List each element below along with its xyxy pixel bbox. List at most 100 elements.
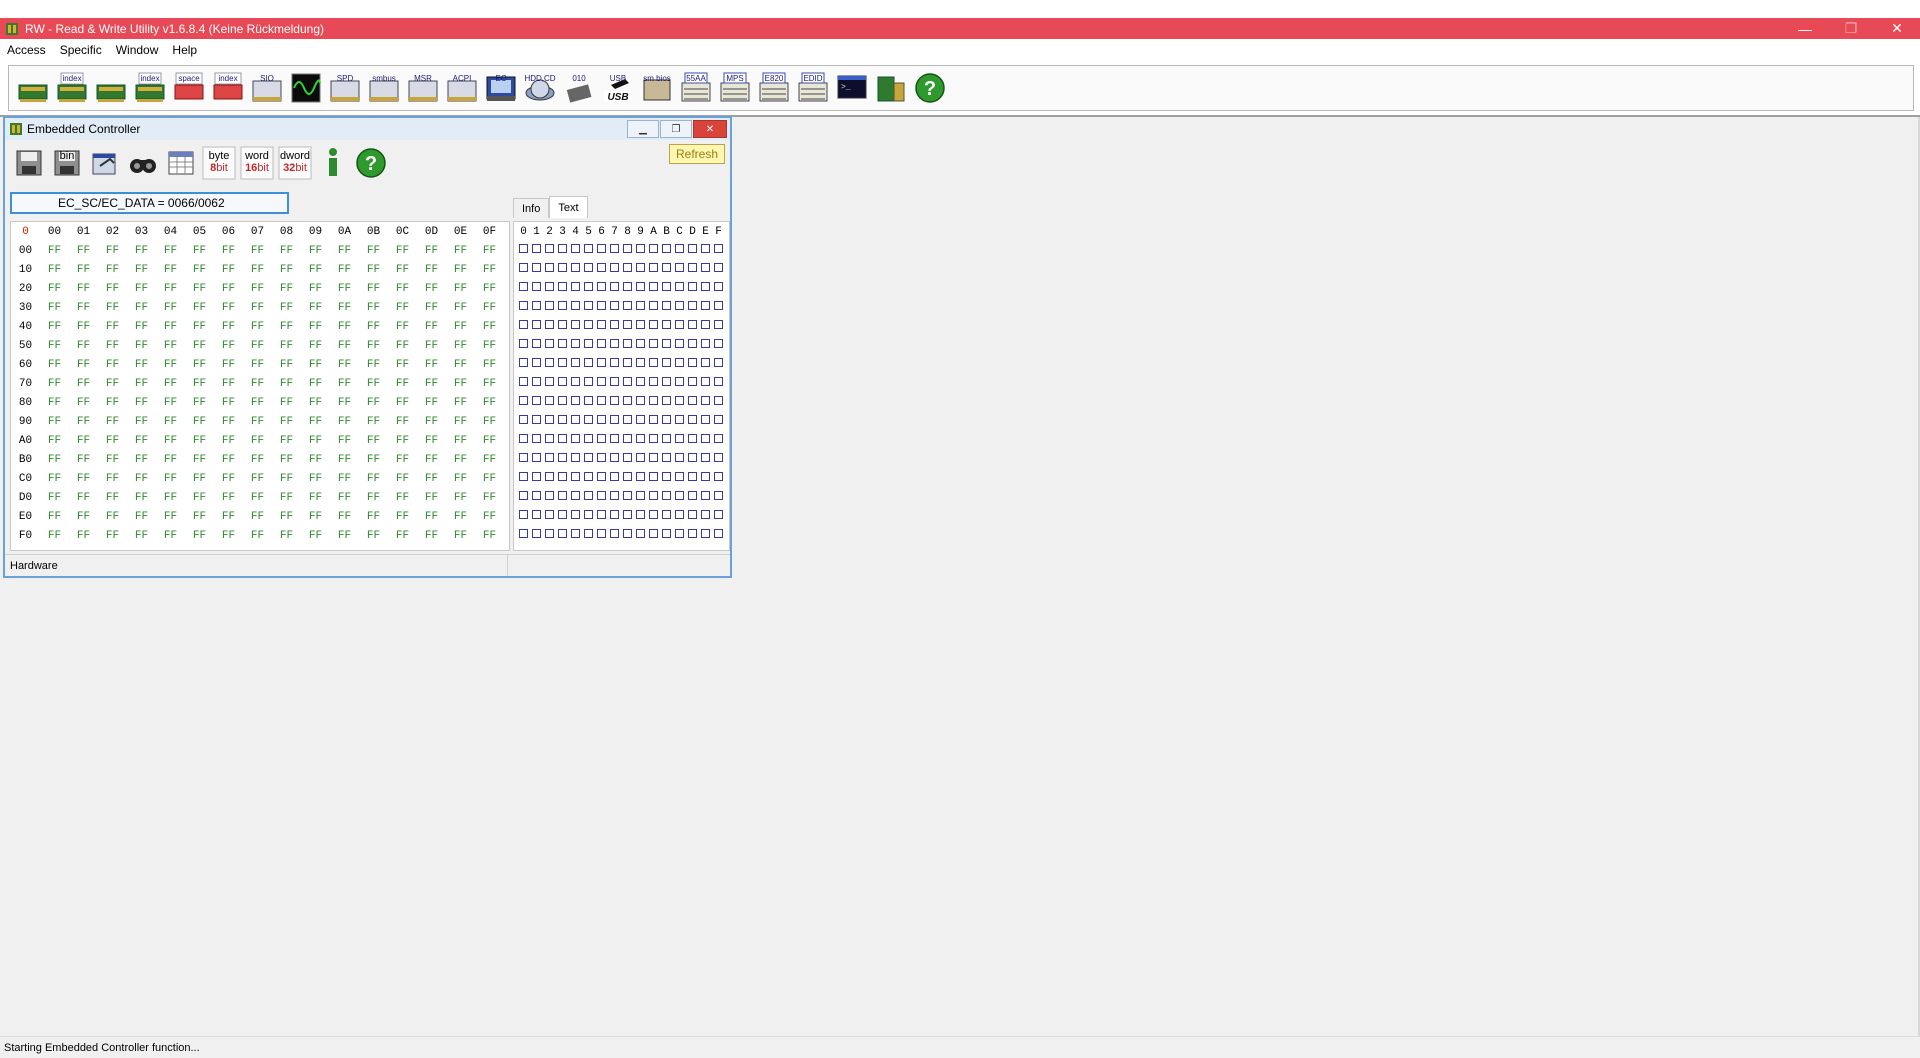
table-button[interactable] [163, 145, 197, 179]
hex-cell[interactable]: FF [185, 359, 214, 371]
text-cell[interactable] [712, 358, 725, 371]
text-cell[interactable] [712, 339, 725, 352]
text-cell[interactable] [686, 453, 699, 466]
text-cell[interactable] [582, 396, 595, 409]
text-cell[interactable] [582, 244, 595, 257]
text-cell[interactable] [595, 301, 608, 314]
hex-cell[interactable]: FF [214, 321, 243, 333]
hex-cell[interactable]: FF [388, 397, 417, 409]
hex-cell[interactable]: FF [69, 473, 98, 485]
hex-cell[interactable]: FF [272, 283, 301, 295]
clock-gen-button[interactable] [289, 71, 323, 105]
hex-cell[interactable]: FF [446, 435, 475, 447]
text-cell[interactable] [582, 472, 595, 485]
text-cell[interactable] [686, 282, 699, 295]
text-cell[interactable] [530, 529, 543, 542]
hex-cell[interactable]: FF [388, 454, 417, 466]
hex-cell[interactable]: FF [156, 359, 185, 371]
text-cell[interactable] [608, 263, 621, 276]
text-cell[interactable] [543, 453, 556, 466]
hex-cell[interactable]: FF [185, 511, 214, 523]
text-cell[interactable] [530, 491, 543, 504]
hex-cell[interactable]: FF [243, 264, 272, 276]
device-button[interactable] [874, 71, 908, 105]
hex-cell[interactable]: FF [214, 245, 243, 257]
text-cell[interactable] [608, 396, 621, 409]
text-cell[interactable] [634, 415, 647, 428]
hex-cell[interactable]: FF [185, 473, 214, 485]
memory-button[interactable] [94, 71, 128, 105]
text-cell[interactable] [556, 415, 569, 428]
hex-cell[interactable]: FF [446, 397, 475, 409]
text-cell[interactable] [634, 472, 647, 485]
hex-cell[interactable]: FF [359, 359, 388, 371]
text-cell[interactable] [673, 510, 686, 523]
hex-cell[interactable]: FF [301, 397, 330, 409]
text-cell[interactable] [647, 396, 660, 409]
text-cell[interactable] [712, 453, 725, 466]
text-cell[interactable] [530, 510, 543, 523]
text-cell[interactable] [569, 282, 582, 295]
text-cell[interactable] [660, 510, 673, 523]
hex-cell[interactable]: FF [127, 416, 156, 428]
hex-cell[interactable]: FF [98, 397, 127, 409]
hex-cell[interactable]: FF [272, 511, 301, 523]
hex-cell[interactable]: FF [272, 378, 301, 390]
info-button[interactable] [315, 145, 349, 179]
hex-cell[interactable]: FF [417, 302, 446, 314]
text-cell[interactable] [686, 301, 699, 314]
text-cell[interactable] [595, 434, 608, 447]
hex-cell[interactable]: FF [388, 302, 417, 314]
text-cell[interactable] [608, 510, 621, 523]
text-cell[interactable] [556, 396, 569, 409]
text-cell[interactable] [673, 282, 686, 295]
hex-cell[interactable]: FF [359, 378, 388, 390]
hex-cell[interactable]: FF [330, 302, 359, 314]
text-cell[interactable] [595, 415, 608, 428]
text-cell[interactable] [621, 244, 634, 257]
hex-cell[interactable]: FF [127, 245, 156, 257]
hex-cell[interactable]: FF [272, 454, 301, 466]
e820-button[interactable]: E820 [757, 71, 791, 105]
text-cell[interactable] [608, 453, 621, 466]
hex-cell[interactable]: FF [417, 378, 446, 390]
hex-cell[interactable]: FF [359, 416, 388, 428]
hex-cell[interactable]: FF [388, 245, 417, 257]
save-bin-button[interactable]: bin [49, 145, 83, 179]
text-cell[interactable] [699, 491, 712, 504]
minimize-button[interactable]: — [1782, 18, 1828, 39]
menu-help[interactable]: Help [165, 43, 204, 57]
hex-cell[interactable]: FF [185, 492, 214, 504]
hex-cell[interactable]: FF [127, 397, 156, 409]
hex-cell[interactable]: FF [475, 302, 504, 314]
hex-cell[interactable]: FF [446, 283, 475, 295]
hex-cell[interactable]: FF [388, 416, 417, 428]
text-cell[interactable] [608, 339, 621, 352]
hex-cell[interactable]: FF [417, 340, 446, 352]
text-cell[interactable] [686, 320, 699, 333]
text-cell[interactable] [556, 263, 569, 276]
text-cell[interactable] [634, 377, 647, 390]
dword-button[interactable]: dword 32bit [277, 145, 312, 180]
hex-cell[interactable]: FF [301, 264, 330, 276]
hex-cell[interactable]: FF [214, 340, 243, 352]
hex-cell[interactable]: FF [301, 359, 330, 371]
hex-cell[interactable]: FF [185, 264, 214, 276]
text-cell[interactable] [686, 244, 699, 257]
hex-cell[interactable]: FF [301, 416, 330, 428]
hex-cell[interactable]: FF [446, 359, 475, 371]
text-cell[interactable] [517, 434, 530, 447]
refresh-button[interactable]: Refresh [669, 144, 725, 164]
hex-cell[interactable]: FF [214, 435, 243, 447]
tab-text[interactable]: Text [549, 196, 588, 218]
hex-cell[interactable]: FF [127, 264, 156, 276]
text-cell[interactable] [569, 320, 582, 333]
hex-cell[interactable]: FF [69, 245, 98, 257]
hex-cell[interactable]: FF [388, 283, 417, 295]
hex-cell[interactable]: FF [272, 530, 301, 542]
hex-cell[interactable]: FF [69, 378, 98, 390]
hex-cell[interactable]: FF [214, 302, 243, 314]
text-cell[interactable] [556, 377, 569, 390]
text-cell[interactable] [660, 472, 673, 485]
hex-cell[interactable]: FF [417, 264, 446, 276]
